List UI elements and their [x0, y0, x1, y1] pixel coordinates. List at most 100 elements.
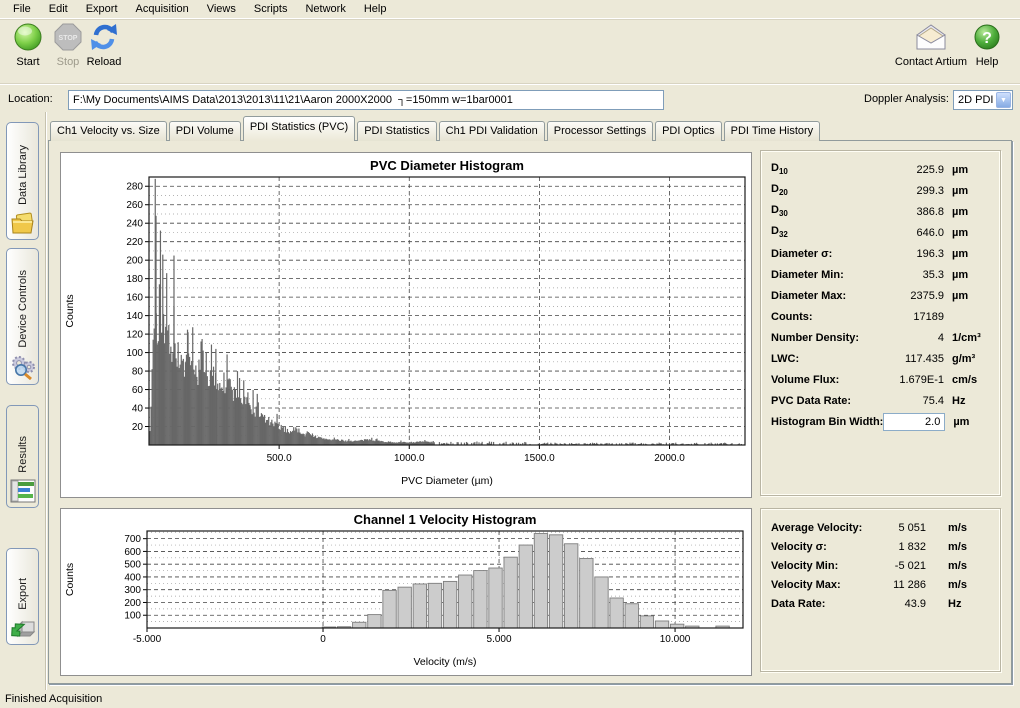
- svg-text:?: ?: [982, 30, 992, 47]
- tab-pdi-time-history[interactable]: PDI Time History: [724, 121, 821, 141]
- tab-pdi-statistics[interactable]: PDI Statistics: [357, 121, 436, 141]
- tab-processor-settings[interactable]: Processor Settings: [547, 121, 653, 141]
- stat-value: 17189: [874, 311, 944, 323]
- svg-text:100: 100: [124, 611, 141, 622]
- status-text: Finished Acquisition: [5, 693, 102, 705]
- location-input[interactable]: [68, 90, 664, 110]
- reload-button[interactable]: Reload: [76, 20, 132, 68]
- sidebar-tab-label: Data Library: [17, 145, 29, 205]
- diameter-stat-row: LWC:117.435g/m³: [761, 348, 1000, 369]
- tab-strip: Ch1 Velocity vs. SizePDI VolumePDI Stati…: [50, 119, 822, 141]
- svg-text:5.000: 5.000: [487, 634, 512, 645]
- svg-text:400: 400: [124, 572, 141, 583]
- sidebar-tab-export[interactable]: Export: [6, 548, 39, 645]
- menu-item-file[interactable]: File: [4, 1, 40, 17]
- svg-text:80: 80: [132, 367, 144, 378]
- reload-label: Reload: [76, 56, 132, 68]
- svg-text:140: 140: [126, 311, 143, 322]
- tab-pdi-optics[interactable]: PDI Optics: [655, 121, 722, 141]
- stat-unit: Hz: [940, 598, 992, 610]
- svg-text:20: 20: [132, 422, 144, 433]
- contact-artium-button[interactable]: Contact Artium: [893, 20, 969, 68]
- doppler-analysis-value: 2D PDI: [958, 94, 993, 106]
- doppler-analysis-label: Doppler Analysis:: [864, 93, 949, 105]
- menu-item-acquisition[interactable]: Acquisition: [127, 1, 198, 17]
- sidebar-tab-device-controls[interactable]: Device Controls: [6, 248, 39, 385]
- stat-label: Number Density:: [771, 332, 859, 344]
- velocity-stat-row: Data Rate:43.9Hz: [761, 594, 1000, 613]
- sidebar-tab-data-library[interactable]: Data Library: [6, 122, 39, 240]
- stat-value: 299.3: [874, 185, 944, 197]
- svg-text:-5.000: -5.000: [133, 634, 162, 645]
- sidebar-tab-label: Results: [17, 436, 29, 473]
- chart-icon: [10, 479, 36, 503]
- menu-item-edit[interactable]: Edit: [40, 1, 77, 17]
- svg-text:500.0: 500.0: [267, 453, 292, 464]
- diameter-stat-row: Diameter σ:196.3µm: [761, 243, 1000, 264]
- sidebar-tab-results[interactable]: Results: [6, 405, 39, 508]
- velocity-histogram-panel: 100200300400500600700-5.00005.00010.000C…: [60, 508, 752, 676]
- stat-value: 646.0: [874, 227, 944, 239]
- stat-unit: µm: [944, 290, 992, 302]
- histogram-bin-width-input[interactable]: [883, 413, 945, 431]
- svg-text:STOP: STOP: [59, 35, 78, 42]
- stat-label: D20: [771, 183, 788, 197]
- tab-pdi-statistics-pvc[interactable]: PDI Statistics (PVC): [243, 116, 355, 141]
- stat-label: Average Velocity:: [771, 522, 862, 534]
- stat-label: Diameter Max:: [771, 290, 846, 302]
- diameter-stat-row: Number Density:41/cm³: [761, 327, 1000, 348]
- velocity-statistics-panel: Average Velocity:5 051m/sVelocity σ:1 83…: [760, 508, 1001, 672]
- menu-item-help[interactable]: Help: [355, 1, 396, 17]
- doppler-analysis-select[interactable]: 2D PDI ▼: [953, 90, 1013, 110]
- stat-unit: m/s: [940, 522, 992, 534]
- diameter-stat-row: Diameter Min:35.3µm: [761, 264, 1000, 285]
- stat-label: Velocity Min:: [771, 560, 838, 572]
- combo-dropdown-button[interactable]: ▼: [996, 92, 1011, 108]
- tab-ch1-velocity-vs-size[interactable]: Ch1 Velocity vs. Size: [50, 121, 167, 141]
- velocity-stat-row: Velocity σ:1 832m/s: [761, 537, 1000, 556]
- tab-pdi-volume[interactable]: PDI Volume: [169, 121, 241, 141]
- diameter-stat-row: D20299.3µm: [761, 180, 1000, 201]
- sidebar-tab-label: Device Controls: [17, 270, 29, 348]
- chevron-down-icon: ▼: [1000, 97, 1007, 104]
- stat-unit: µm: [944, 248, 992, 260]
- menu-item-network[interactable]: Network: [296, 1, 354, 17]
- stat-unit: µm: [944, 206, 992, 218]
- stat-unit: µm: [944, 164, 992, 176]
- menu-item-views[interactable]: Views: [198, 1, 245, 17]
- diameter-stat-row: D30386.8µm: [761, 201, 1000, 222]
- help-button[interactable]: ? Help: [962, 20, 1012, 68]
- svg-text:1500.0: 1500.0: [524, 453, 555, 464]
- stat-value: 196.3: [874, 248, 944, 260]
- diameter-statistics-panel: D10225.9µmD20299.3µmD30386.8µmD32646.0µm…: [760, 150, 1001, 496]
- stat-value: 35.3: [874, 269, 944, 281]
- stat-unit: m/s: [940, 541, 992, 553]
- stat-unit: m/s: [940, 579, 992, 591]
- reload-icon: [76, 20, 132, 54]
- tab-ch1-pdi-validation[interactable]: Ch1 PDI Validation: [439, 121, 545, 141]
- menu-item-export[interactable]: Export: [77, 1, 127, 17]
- svg-text:300: 300: [124, 585, 141, 596]
- svg-text:1000.0: 1000.0: [394, 453, 425, 464]
- stat-label: D10: [771, 162, 788, 176]
- stat-label: D32: [771, 225, 788, 239]
- menu-bar: FileEditExportAcquisitionViewsScriptsNet…: [0, 0, 1020, 19]
- menu-item-scripts[interactable]: Scripts: [245, 1, 297, 17]
- location-label: Location:: [8, 93, 53, 105]
- sidebar-tab-label: Export: [17, 578, 29, 610]
- velocity-stat-row: Velocity Max:11 286m/s: [761, 575, 1000, 594]
- velocity-stat-row: Velocity Min:-5 021m/s: [761, 556, 1000, 575]
- svg-text:600: 600: [124, 547, 141, 558]
- svg-text:180: 180: [126, 274, 143, 285]
- svg-text:700: 700: [124, 534, 141, 545]
- svg-text:200: 200: [126, 256, 143, 267]
- svg-text:0: 0: [320, 634, 326, 645]
- stat-value: 386.8: [874, 206, 944, 218]
- svg-text:280: 280: [126, 182, 143, 193]
- pdi-statistics-pvc-page: 2040608010012014016018020022024026028050…: [48, 140, 1012, 684]
- stat-unit: Hz: [944, 395, 992, 407]
- svg-text:160: 160: [126, 293, 143, 304]
- stat-label: Diameter Min:: [771, 269, 844, 281]
- svg-text:Velocity (m/s): Velocity (m/s): [413, 656, 476, 668]
- svg-text:200: 200: [124, 598, 141, 609]
